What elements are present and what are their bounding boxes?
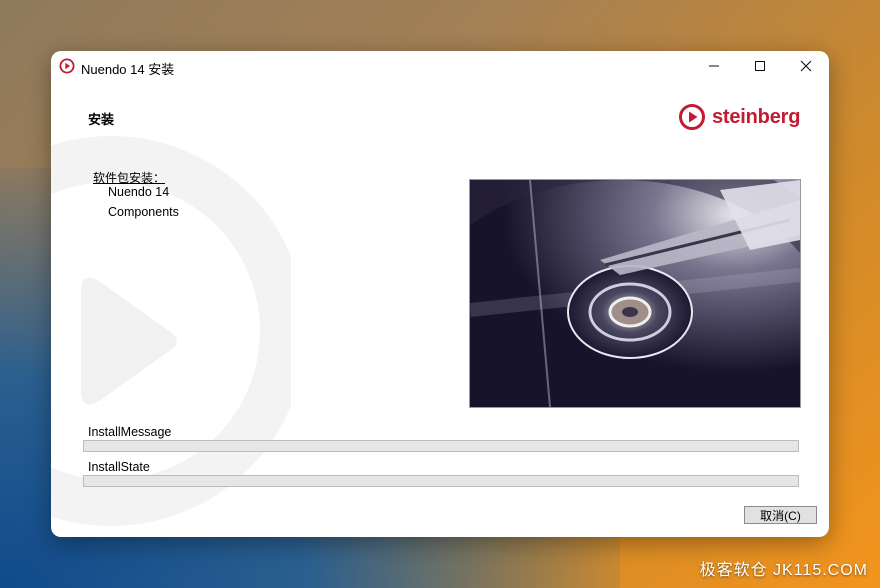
steinberg-app-icon	[59, 58, 75, 74]
close-button[interactable]	[783, 51, 829, 81]
maximize-icon	[755, 61, 765, 71]
minimize-icon	[709, 65, 719, 67]
site-watermark-text: 极客软仓 JK115.COM	[699, 562, 868, 579]
steinberg-logo: steinberg	[678, 101, 802, 133]
brand-name: steinberg	[712, 105, 801, 128]
minimize-button[interactable]	[691, 51, 737, 81]
hard-drive-image	[469, 179, 801, 408]
installer-window: Nuendo 14 安装 安装 steinberg 软件包安装： Nuendo …	[51, 51, 829, 537]
install-message-label: InstallMessage	[88, 425, 172, 439]
install-state-label: InstallState	[88, 460, 150, 474]
maximize-button[interactable]	[737, 51, 783, 81]
title-bar[interactable]: Nuendo 14 安装	[51, 51, 829, 81]
package-item: Components	[108, 205, 179, 219]
window-title: Nuendo 14 安装	[81, 62, 175, 77]
install-message-progress-bar	[83, 440, 799, 452]
page-heading: 安装	[88, 112, 115, 127]
package-item: Nuendo 14	[108, 185, 170, 199]
cancel-button[interactable]: 取消(C)	[744, 506, 817, 524]
install-state-progress-bar	[83, 475, 799, 487]
play-watermark-icon	[51, 136, 291, 526]
close-icon	[800, 60, 812, 72]
steinberg-logo-icon	[679, 104, 705, 130]
package-install-label: 软件包安装：	[93, 171, 166, 185]
